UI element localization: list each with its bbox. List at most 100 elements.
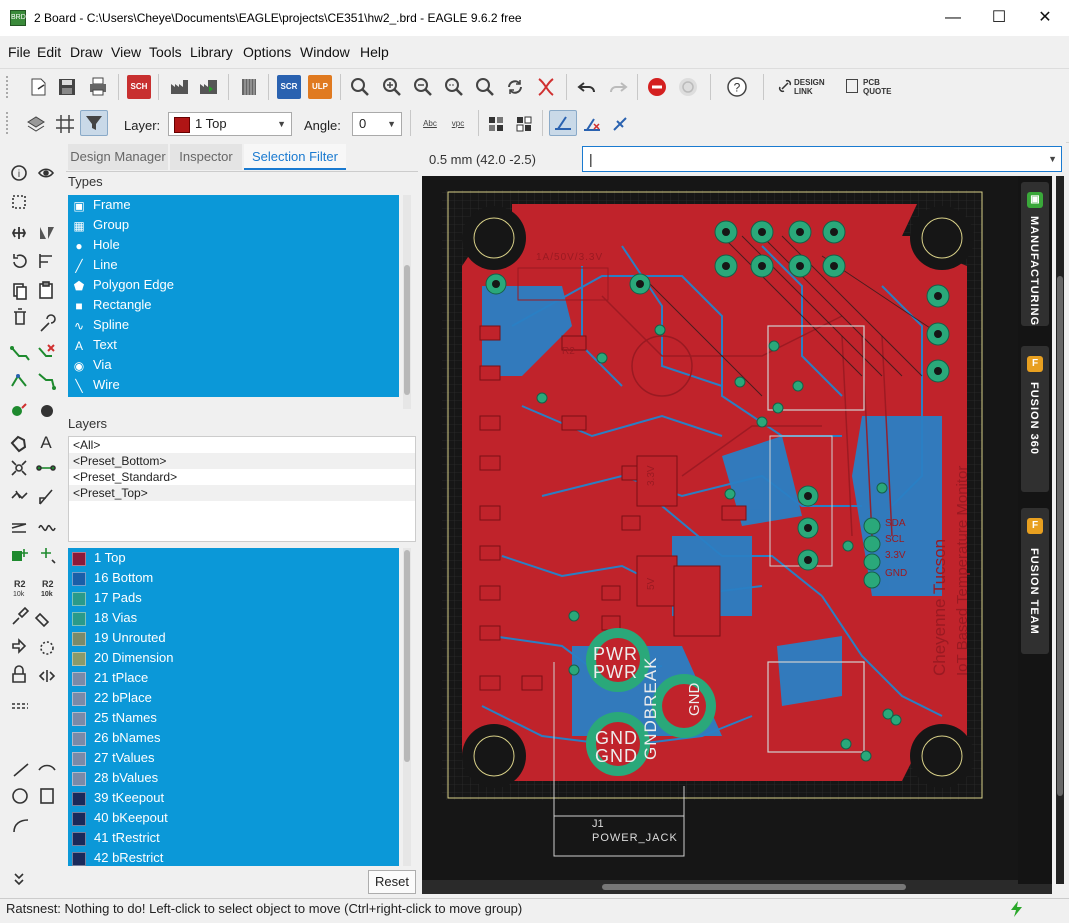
undo-icon[interactable] <box>575 75 599 99</box>
save-icon[interactable] <box>55 75 79 99</box>
schematic-icon[interactable]: SCH <box>127 75 151 99</box>
type-item[interactable]: A Text <box>68 335 399 355</box>
layer-item[interactable]: 16 Bottom <box>68 568 399 588</box>
snap-icon[interactable] <box>549 110 577 136</box>
toolbar-separator <box>478 110 479 136</box>
help-icon[interactable]: ? <box>725 75 749 99</box>
menu-help[interactable]: Help <box>360 44 389 60</box>
type-item[interactable]: ◉ Via <box>68 355 399 375</box>
preset-item[interactable]: <Preset_Standard> <box>69 469 415 485</box>
reset-button[interactable]: Reset <box>368 870 416 894</box>
type-item[interactable]: ⬟ Polygon Edge <box>68 275 399 295</box>
board-icon[interactable] <box>237 75 261 99</box>
script-icon[interactable]: SCR <box>277 75 301 99</box>
layer-item[interactable]: 39 tKeepout <box>68 788 399 808</box>
type-item[interactable]: ╲ Wire <box>68 375 399 395</box>
layer-item[interactable]: 19 Unrouted <box>68 628 399 648</box>
layer-item[interactable]: 40 bKeepout <box>68 808 399 828</box>
command-input[interactable]: | ▼ <box>582 146 1062 172</box>
print-icon[interactable] <box>86 75 110 99</box>
tab-inspector[interactable]: Inspector <box>170 144 242 170</box>
zoom-in-icon[interactable] <box>380 75 404 99</box>
tab-selection-filter[interactable]: Selection Filter <box>244 144 346 170</box>
layers-list[interactable]: 1 Top 16 Bottom 17 Pads 18 Vias 19 Unrouted 2… <box>68 548 399 866</box>
zoom-out-icon[interactable] <box>411 75 435 99</box>
menu-options[interactable]: Options <box>243 44 291 60</box>
presets-list[interactable]: <All> <Preset_Bottom> <Preset_Standard> <Pr… <box>68 436 416 542</box>
layer-item[interactable]: 1 Top <box>68 548 399 568</box>
zoom-last-icon[interactable] <box>473 75 497 99</box>
menu-library[interactable]: Library <box>190 44 233 60</box>
layer-item[interactable]: 25 tNames <box>68 708 399 728</box>
angle-select[interactable]: 0 ▼ <box>352 112 402 136</box>
minimize-button[interactable]: — <box>930 0 976 36</box>
layer-item[interactable]: 21 tPlace <box>68 668 399 688</box>
redo-icon[interactable] <box>606 75 630 99</box>
go-icon[interactable] <box>676 75 700 99</box>
menu-view[interactable]: View <box>111 44 141 60</box>
canvas-vscrollbar[interactable] <box>1056 176 1064 884</box>
scroll-thumb[interactable] <box>404 550 410 762</box>
export-icon[interactable] <box>197 75 221 99</box>
scroll-thumb[interactable] <box>1057 276 1063 796</box>
types-list[interactable]: ▣ Frame ▦ Group ● Hole ╱ Line ⬟ Polygon Edge ■ Rect… <box>68 195 399 397</box>
type-item[interactable]: ■ Rectangle <box>68 295 399 315</box>
align-icon[interactable] <box>512 112 536 136</box>
align-grid-icon[interactable] <box>484 112 508 136</box>
zoom-select-icon[interactable] <box>442 75 466 99</box>
layer-item[interactable]: 18 Vias <box>68 608 399 628</box>
stop-icon[interactable] <box>645 75 669 99</box>
canvas-hscrollbar[interactable] <box>422 880 1052 894</box>
menu-window[interactable]: Window <box>300 44 350 60</box>
layer-label: 22 bPlace <box>94 690 152 705</box>
layer-item[interactable]: 41 tRestrict <box>68 828 399 848</box>
ratsnest-icon[interactable] <box>534 75 558 99</box>
redraw-icon[interactable] <box>503 75 527 99</box>
type-item[interactable]: ● Hole <box>68 235 399 255</box>
layer-item[interactable]: 28 bValues <box>68 768 399 788</box>
text-style-button[interactable]: Abc <box>418 115 442 133</box>
scroll-thumb[interactable] <box>404 265 410 395</box>
menu-draw[interactable]: Draw <box>70 44 103 60</box>
maximize-button[interactable]: ☐ <box>976 0 1022 36</box>
pcb-quote-button[interactable]: PCB QUOTE <box>863 78 891 96</box>
layer-item[interactable]: 20 Dimension <box>68 648 399 668</box>
drc-status-icon[interactable] <box>1008 900 1026 918</box>
filter-icon[interactable] <box>80 110 108 136</box>
snap-cross-icon[interactable] <box>608 112 632 136</box>
type-item[interactable]: ∿ Spline <box>68 315 399 335</box>
layer-item[interactable]: 17 Pads <box>68 588 399 608</box>
layer-item[interactable]: 27 tValues <box>68 748 399 768</box>
tab-design-manager[interactable]: Design Manager <box>68 144 168 170</box>
cam-icon[interactable] <box>168 75 192 99</box>
layer-item[interactable]: 22 bPlace <box>68 688 399 708</box>
scroll-thumb[interactable] <box>602 884 906 890</box>
layers-icon[interactable] <box>24 112 48 136</box>
types-scrollbar[interactable] <box>403 195 411 409</box>
close-button[interactable]: ✕ <box>1022 0 1068 36</box>
layer-item[interactable]: 26 bNames <box>68 728 399 748</box>
tab-fusion-360[interactable]: F FUSION 360 <box>1021 346 1049 492</box>
menu-edit[interactable]: Edit <box>37 44 61 60</box>
type-item[interactable]: ▦ Group <box>68 215 399 235</box>
open-icon[interactable] <box>26 75 50 99</box>
preset-item[interactable]: <Preset_Bottom> <box>69 453 415 469</box>
zoom-fit-icon[interactable] <box>348 75 372 99</box>
layer-select[interactable]: 1 Top ▼ <box>168 112 292 136</box>
layers-scrollbar[interactable] <box>403 548 411 866</box>
design-link-button[interactable]: DESIGN LINK <box>794 78 825 96</box>
tab-manufacturing[interactable]: ▣ MANUFACTURING <box>1021 182 1049 326</box>
type-item[interactable]: ╱ Line <box>68 255 399 275</box>
menu-tools[interactable]: Tools <box>149 44 182 60</box>
preset-item[interactable]: <Preset_Top> <box>69 485 415 501</box>
menu-file[interactable]: File <box>8 44 31 60</box>
preset-item[interactable]: <All> <box>69 437 415 453</box>
grid-icon[interactable] <box>53 112 77 136</box>
layer-item[interactable]: 42 bRestrict <box>68 848 399 866</box>
ulp-icon[interactable]: ULP <box>308 75 332 99</box>
snap-off-icon[interactable] <box>580 112 604 136</box>
type-item[interactable]: ▣ Frame <box>68 195 399 215</box>
toolbar-separator <box>763 74 764 100</box>
tab-fusion-team[interactable]: F FUSION TEAM <box>1021 508 1049 654</box>
text-vector-button[interactable]: vpc <box>446 115 470 133</box>
